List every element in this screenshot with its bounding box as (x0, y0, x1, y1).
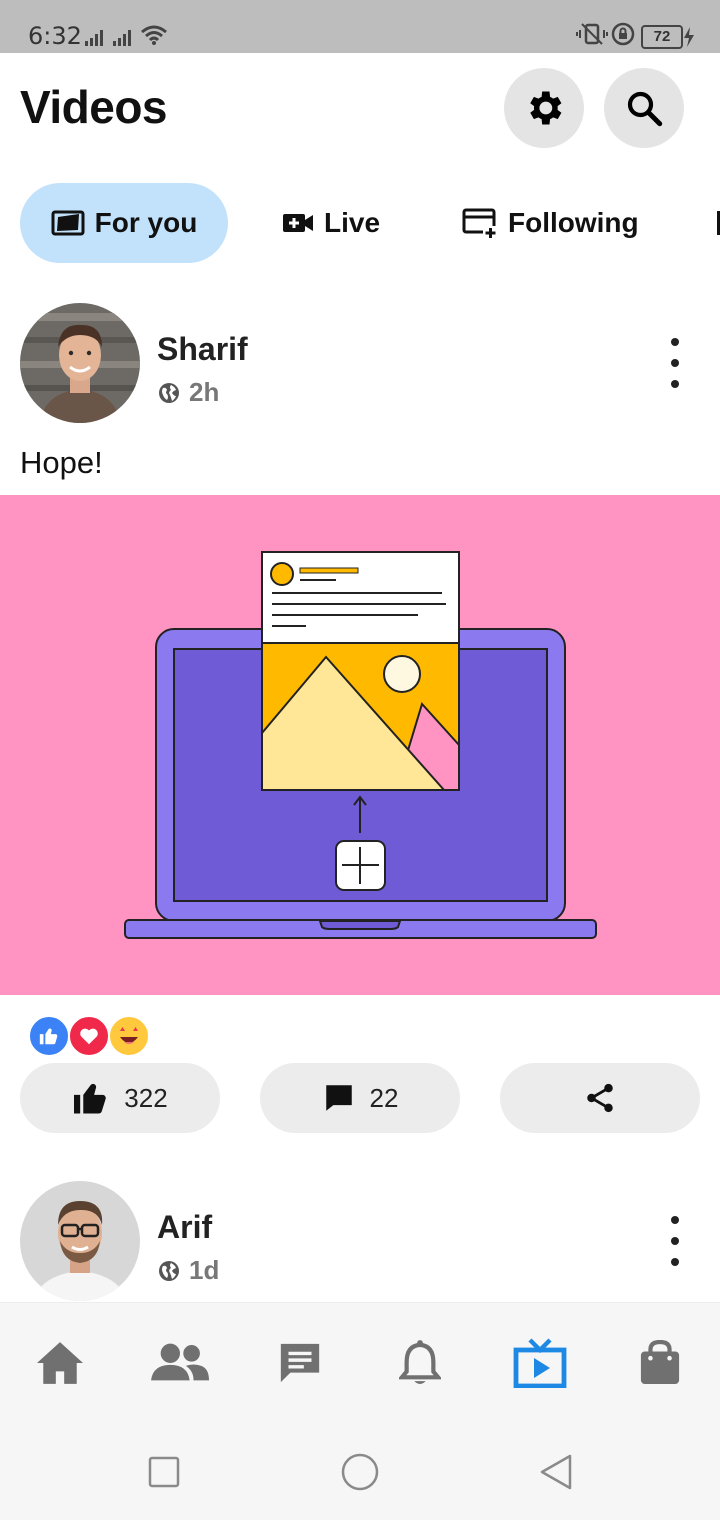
comment-count: 22 (369, 1082, 399, 1113)
tab-label: Live (324, 207, 381, 238)
nav-home[interactable] (30, 1337, 90, 1389)
avatar[interactable] (20, 303, 140, 423)
post-author[interactable]: Sharif (157, 331, 248, 368)
tab-for-you[interactable]: For you (20, 183, 228, 263)
page-title: Videos (20, 81, 168, 133)
avatar-photo-arif (20, 1181, 140, 1301)
tab-live[interactable]: Live (282, 183, 380, 263)
post-video[interactable] (0, 495, 720, 995)
recents-icon[interactable] (148, 1456, 180, 1488)
love-reaction-icon (68, 1015, 110, 1057)
settings-button[interactable] (504, 68, 584, 148)
post-author[interactable]: Arif (157, 1209, 212, 1246)
wifi-icon (141, 25, 167, 45)
globe-icon (159, 382, 179, 403)
globe-icon (159, 1260, 179, 1281)
comment-icon (325, 1085, 352, 1111)
signal-icon-2 (113, 30, 131, 46)
share-icon (587, 1083, 613, 1113)
search-button[interactable] (604, 68, 684, 148)
tab-label: For you (94, 207, 198, 238)
friends-icon (151, 1343, 209, 1381)
bottom-navigation (0, 1302, 720, 1423)
tab-following[interactable]: Following (462, 183, 639, 263)
videos-icon (513, 1338, 567, 1388)
live-camera-icon (283, 214, 313, 232)
avatar-photo-sharif (20, 303, 140, 423)
nav-friends[interactable] (150, 1337, 210, 1389)
search-icon (627, 91, 663, 127)
tab-label: Following (508, 207, 639, 238)
notifications-icon (399, 1340, 441, 1384)
marketplace-icon (640, 1340, 680, 1384)
for-you-icon (51, 210, 85, 236)
post-meta: 1d (157, 1255, 219, 1286)
more-options-button[interactable] (660, 1216, 690, 1266)
charging-icon (684, 27, 694, 47)
back-icon[interactable] (538, 1453, 574, 1491)
post-text: Hope! (20, 445, 103, 480)
battery-indicator: 72 (641, 25, 683, 49)
laptop-upload-illustration (124, 551, 597, 939)
nav-marketplace[interactable] (630, 1337, 690, 1389)
like-reaction-icon (28, 1015, 70, 1057)
post-meta: 2h (157, 377, 219, 408)
avatar[interactable] (20, 1181, 140, 1301)
thumbs-up-icon (74, 1083, 107, 1114)
post-time: 1d (189, 1255, 220, 1285)
signal-icon (85, 30, 103, 46)
post-time: 2h (189, 377, 220, 407)
status-time: 6:32 (28, 22, 82, 50)
wow-reaction-icon (108, 1015, 150, 1057)
messages-icon (280, 1343, 320, 1383)
home-circle-icon[interactable] (340, 1452, 380, 1492)
like-button[interactable]: 322 (20, 1063, 220, 1133)
vibrate-icon (576, 23, 608, 45)
more-options-button[interactable] (660, 338, 690, 388)
nav-videos[interactable] (510, 1337, 570, 1389)
following-icon (462, 208, 498, 239)
like-count: 322 (124, 1082, 168, 1113)
nav-messages[interactable] (270, 1337, 330, 1389)
comment-button[interactable]: 22 (260, 1063, 460, 1133)
rotation-lock-icon (611, 22, 635, 46)
share-button[interactable] (500, 1063, 700, 1133)
gear-icon (530, 91, 562, 125)
nav-notifications[interactable] (390, 1337, 450, 1389)
home-icon (37, 1342, 83, 1384)
